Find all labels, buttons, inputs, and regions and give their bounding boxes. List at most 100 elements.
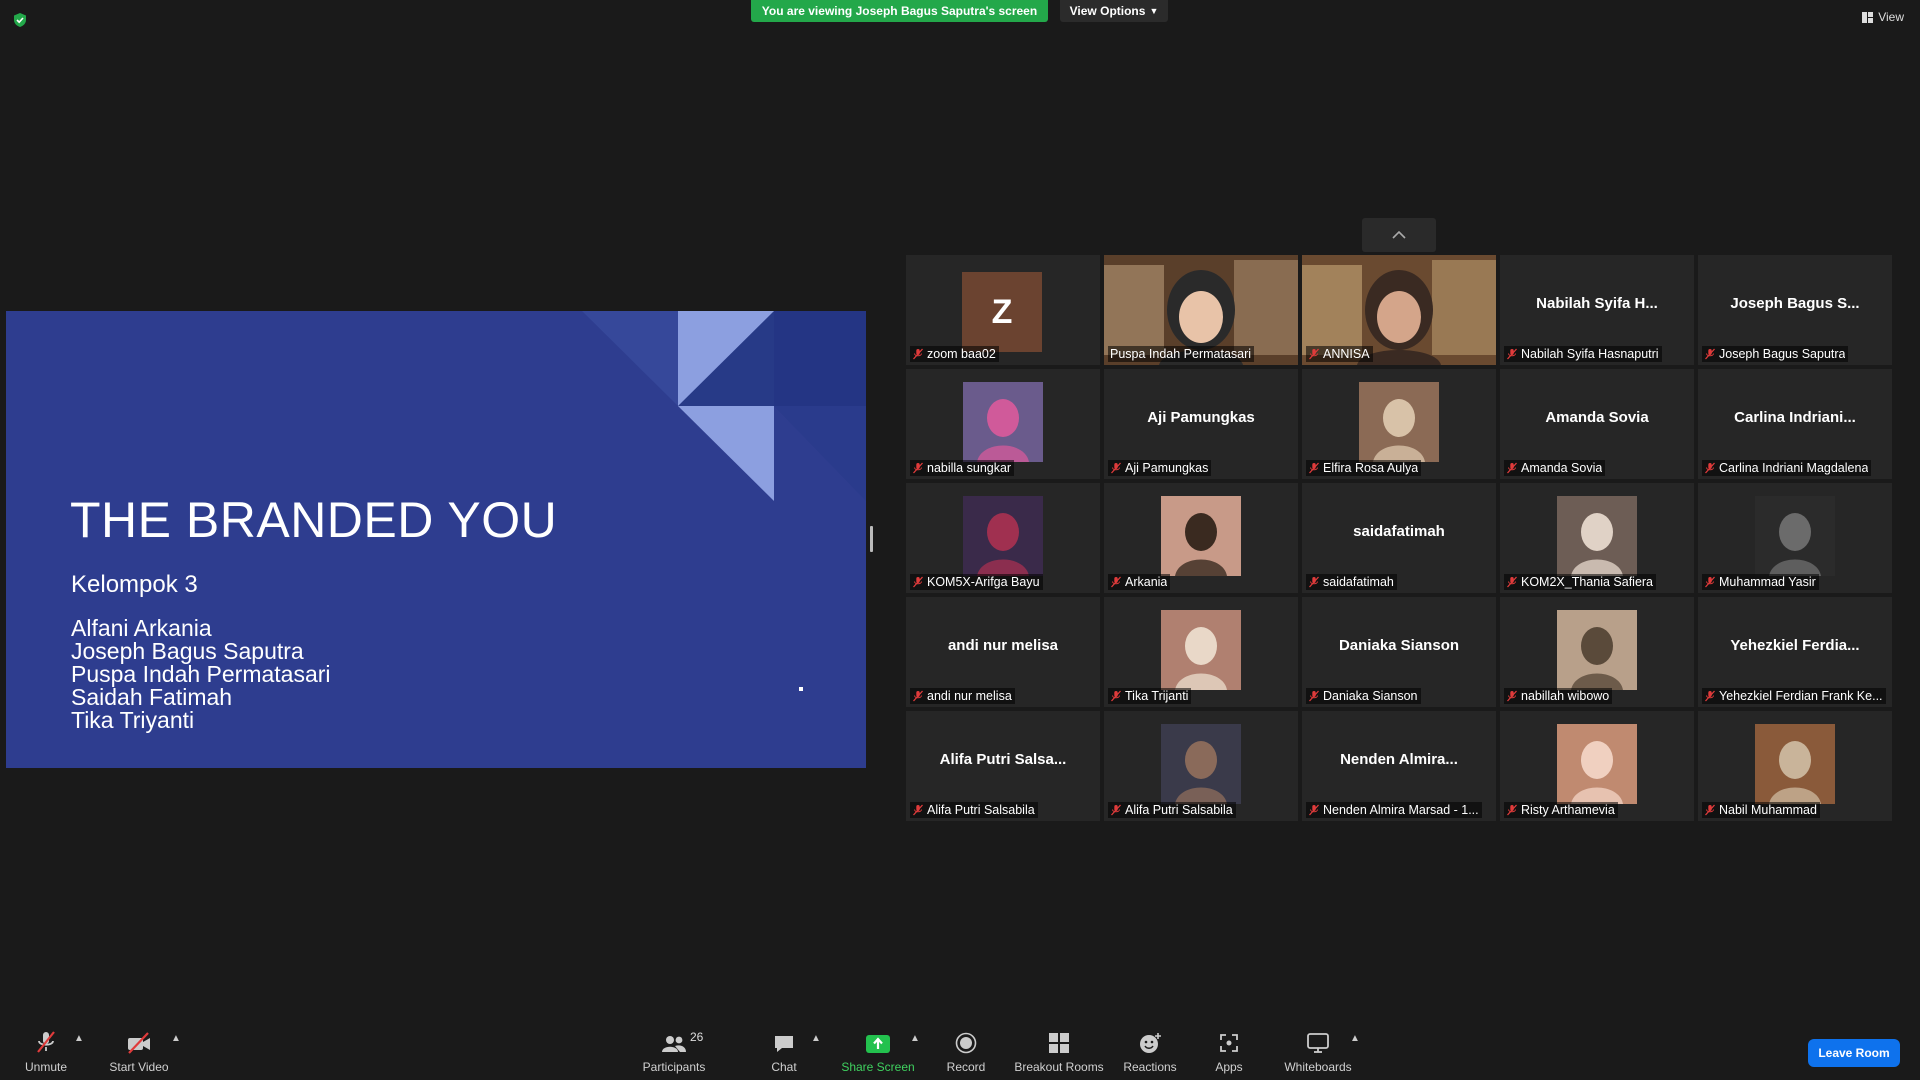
- reactions-label: Reactions: [1123, 1060, 1177, 1074]
- participant-tile[interactable]: Puspa Indah Permatasari: [1104, 255, 1298, 365]
- whiteboards-button[interactable]: Whiteboards: [1282, 1028, 1354, 1074]
- participant-name-text: Alifa Putri Salsabila: [927, 803, 1035, 817]
- participant-tile[interactable]: Tika Trijanti: [1104, 597, 1298, 707]
- participants-count: 26: [690, 1030, 704, 1044]
- security-shield-icon[interactable]: [12, 12, 28, 28]
- participant-photo: [1161, 610, 1241, 690]
- participant-display-name: Amanda Sovia: [1545, 409, 1649, 426]
- view-button[interactable]: View: [1862, 10, 1904, 24]
- gallery-scroll-up-button[interactable]: [1362, 218, 1436, 252]
- participant-name-text: Daniaka Sianson: [1323, 689, 1418, 703]
- participant-display-name: Nabilah Syifa H...: [1536, 295, 1658, 312]
- participant-name-label: Nenden Almira Marsad - 1...: [1306, 802, 1482, 818]
- participant-tile[interactable]: Joseph Bagus S... Joseph Bagus Saputra: [1698, 255, 1892, 365]
- microphone-muted-icon: [1705, 462, 1715, 474]
- leave-room-button[interactable]: Leave Room: [1808, 1039, 1900, 1067]
- share-screen-button[interactable]: Share Screen: [841, 1028, 915, 1074]
- participant-tile[interactable]: andi nur melisa andi nur melisa: [906, 597, 1100, 707]
- participant-name-label: Carlina Indriani Magdalena: [1702, 460, 1872, 476]
- participant-name-text: Arkania: [1125, 575, 1168, 589]
- participant-name-label: Nabil Muhammad: [1702, 802, 1820, 818]
- audio-options-caret[interactable]: ▲: [74, 1033, 84, 1044]
- participant-tile[interactable]: Risty Arthamevia: [1500, 711, 1694, 821]
- participant-name-label: Joseph Bagus Saputra: [1702, 346, 1849, 362]
- breakout-rooms-icon: [1049, 1033, 1069, 1053]
- participant-display-name: Carlina Indriani...: [1734, 409, 1856, 426]
- participant-name-label: zoom baa02: [910, 346, 999, 362]
- participant-name-label: Amanda Sovia: [1504, 460, 1606, 476]
- participant-tile[interactable]: nabillah wibowo: [1500, 597, 1694, 707]
- participant-tile[interactable]: Aji Pamungkas Aji Pamungkas: [1104, 369, 1298, 479]
- participant-tile[interactable]: KOM2X_Thania Safiera: [1500, 483, 1694, 593]
- video-options-caret[interactable]: ▲: [171, 1033, 181, 1044]
- participant-display-name: Daniaka Sianson: [1338, 637, 1460, 654]
- microphone-muted-icon: [913, 348, 923, 360]
- participant-tile[interactable]: Amanda Sovia Amanda Sovia: [1500, 369, 1694, 479]
- slide-member: Alfani Arkania: [71, 615, 212, 641]
- participant-tile[interactable]: Zzoom baa02: [906, 255, 1100, 365]
- start-video-button[interactable]: Start Video: [106, 1028, 172, 1074]
- participant-name-text: Nenden Almira Marsad - 1...: [1323, 803, 1479, 817]
- reactions-button[interactable]: Reactions: [1123, 1028, 1177, 1074]
- participant-name-label: Muhammad Yasir: [1702, 574, 1819, 590]
- record-icon: [955, 1032, 977, 1054]
- chat-options-caret[interactable]: ▲: [811, 1033, 821, 1044]
- slide-member: Tika Triyanti: [71, 707, 195, 733]
- microphone-muted-icon: [913, 462, 923, 474]
- participant-name-label: Alifa Putri Salsabila: [1108, 802, 1236, 818]
- microphone-muted-icon: [1309, 576, 1319, 588]
- participant-tile[interactable]: Nenden Almira... Nenden Almira Marsad - 1…: [1302, 711, 1496, 821]
- microphone-muted-icon: [1309, 804, 1319, 816]
- chat-label: Chat: [771, 1060, 797, 1074]
- chat-bubble-icon: [775, 1036, 793, 1052]
- apps-button[interactable]: Apps: [1213, 1028, 1245, 1074]
- participant-photo: [1755, 724, 1835, 804]
- split-view-divider-handle[interactable]: [870, 526, 873, 552]
- participant-name-text: KOM5X-Arifga Bayu: [927, 575, 1040, 589]
- participant-tile[interactable]: Nabilah Syifa H... Nabilah Syifa Hasnaput…: [1500, 255, 1694, 365]
- participant-name-label: Risty Arthamevia: [1504, 802, 1618, 818]
- start-video-label: Start Video: [109, 1060, 169, 1074]
- participant-name-label: andi nur melisa: [910, 688, 1015, 704]
- participant-name-text: Elfira Rosa Aulya: [1323, 461, 1419, 475]
- participant-tile[interactable]: Alifa Putri Salsa... Alifa Putri Salsabil…: [906, 711, 1100, 821]
- participant-tile[interactable]: saidafatimah saidafatimah: [1302, 483, 1496, 593]
- participant-name-text: andi nur melisa: [927, 689, 1012, 703]
- participant-name-text: Risty Arthamevia: [1521, 803, 1615, 817]
- participant-tile[interactable]: Yehezkiel Ferdia... Yehezkiel Ferdian Fra…: [1698, 597, 1892, 707]
- participant-gallery: Zzoom baa02 Puspa Indah Permatasari ANNISA…: [906, 255, 1892, 821]
- microphone-muted-icon: [913, 690, 923, 702]
- view-options-button[interactable]: View Options ▼: [1060, 0, 1168, 22]
- participant-tile[interactable]: KOM5X-Arifga Bayu: [906, 483, 1100, 593]
- participant-name-label: Elfira Rosa Aulya: [1306, 460, 1422, 476]
- microphone-muted-icon: [1705, 804, 1715, 816]
- participant-tile[interactable]: Daniaka Sianson Daniaka Sianson: [1302, 597, 1496, 707]
- participant-name-text: Carlina Indriani Magdalena: [1719, 461, 1869, 475]
- participant-tile[interactable]: Carlina Indriani... Carlina Indriani Magd…: [1698, 369, 1892, 479]
- breakout-rooms-button[interactable]: Breakout Rooms: [1014, 1028, 1104, 1074]
- participant-photo: [1359, 382, 1439, 462]
- unmute-button[interactable]: Unmute: [20, 1028, 72, 1074]
- whiteboards-label: Whiteboards: [1284, 1060, 1352, 1074]
- whiteboard-options-caret[interactable]: ▲: [1350, 1033, 1360, 1044]
- participant-tile[interactable]: Muhammad Yasir: [1698, 483, 1892, 593]
- share-options-caret[interactable]: ▲: [910, 1033, 920, 1044]
- share-screen-label: Share Screen: [841, 1060, 915, 1074]
- record-button[interactable]: Record: [946, 1028, 986, 1074]
- participant-photo: [963, 496, 1043, 576]
- participant-tile[interactable]: Arkania: [1104, 483, 1298, 593]
- participant-tile[interactable]: Elfira Rosa Aulya: [1302, 369, 1496, 479]
- view-options-label: View Options: [1069, 4, 1146, 18]
- microphone-muted-icon: [1705, 690, 1715, 702]
- participant-tile[interactable]: Alifa Putri Salsabila: [1104, 711, 1298, 821]
- participant-name-label: saidafatimah: [1306, 574, 1397, 590]
- video-camera-off-icon: [128, 1032, 150, 1054]
- chat-button[interactable]: Chat: [770, 1028, 798, 1074]
- participant-tile[interactable]: nabilla sungkar: [906, 369, 1100, 479]
- microphone-muted-icon: [1309, 348, 1319, 360]
- chevron-up-icon: [1392, 231, 1406, 239]
- participant-tile[interactable]: ANNISA: [1302, 255, 1496, 365]
- participant-photo: [1161, 724, 1241, 804]
- participant-tile[interactable]: Nabil Muhammad: [1698, 711, 1892, 821]
- apps-icon: [1220, 1034, 1238, 1052]
